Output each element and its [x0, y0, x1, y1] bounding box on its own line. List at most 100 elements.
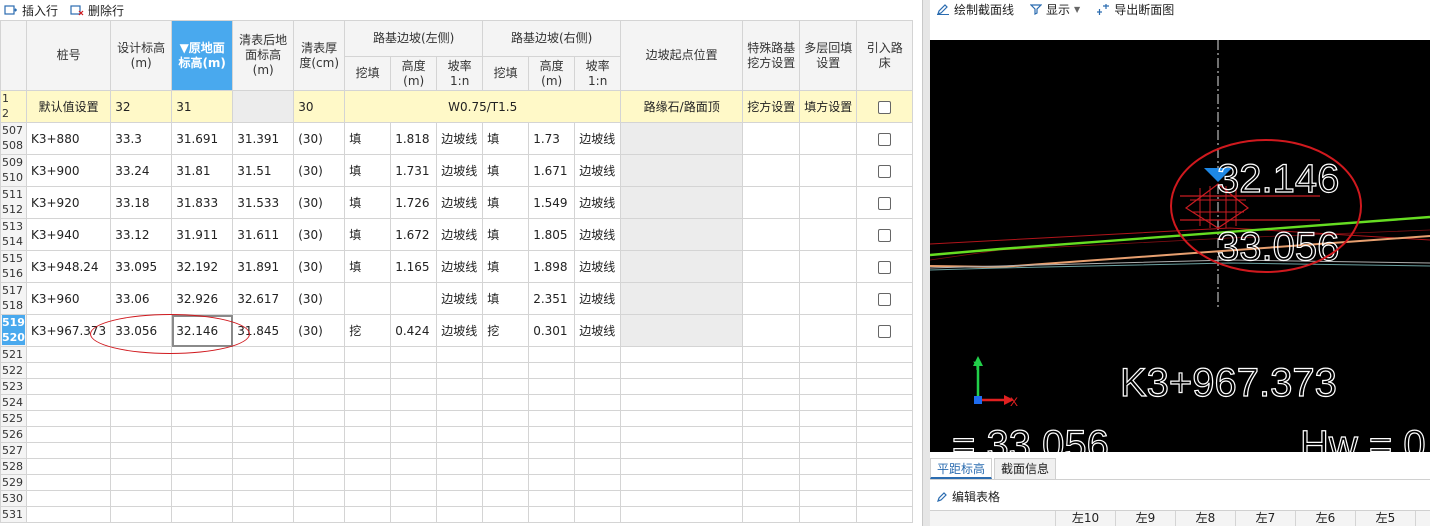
empty-cell[interactable] — [232, 410, 295, 427]
empty-cell[interactable] — [482, 410, 530, 427]
cell-left-ratio[interactable]: 边坡线 — [436, 186, 484, 219]
col-station[interactable]: 桩号 — [25, 20, 112, 91]
empty-cell[interactable] — [620, 410, 744, 427]
empty-cell[interactable] — [390, 394, 438, 411]
col-bed[interactable]: 引入路床 — [856, 20, 914, 91]
col-right-height[interactable]: 高度(m) — [528, 56, 576, 91]
row-number[interactable]: 517 518 — [0, 282, 27, 315]
cell-right-cut-fill[interactable]: 填 — [482, 218, 530, 251]
cell-station[interactable]: K3+940 — [25, 218, 112, 251]
empty-cell[interactable] — [799, 346, 858, 363]
empty-cell[interactable] — [620, 362, 744, 379]
empty-cell[interactable] — [293, 442, 346, 459]
cell-design[interactable]: 33.06 — [110, 282, 173, 315]
empty-cell[interactable] — [25, 506, 112, 523]
col-design-elev[interactable]: 设计标高(m) — [110, 20, 173, 91]
empty-cell[interactable] — [232, 362, 295, 379]
empty-cell[interactable] — [528, 442, 576, 459]
cell-multi-fill[interactable] — [799, 250, 858, 283]
col-left-ratio[interactable]: 坡率1:n — [436, 56, 484, 91]
empty-cell[interactable] — [293, 378, 346, 395]
cell-slope-start[interactable] — [620, 122, 744, 155]
empty-cell[interactable] — [436, 474, 484, 491]
cell-special-cut[interactable] — [742, 314, 801, 347]
cell-special-cut[interactable] — [742, 122, 801, 155]
empty-cell[interactable] — [856, 394, 914, 411]
empty-cell[interactable] — [528, 426, 576, 443]
empty-cell[interactable] — [110, 474, 173, 491]
cell-ground[interactable]: 31.81 — [171, 154, 234, 187]
empty-cell[interactable] — [436, 506, 484, 523]
draw-section-line-button[interactable]: 绘制截面线 — [936, 1, 1014, 18]
cell-thickness[interactable]: (30) — [293, 282, 346, 315]
empty-cell[interactable] — [344, 394, 392, 411]
cell-slope-start[interactable] — [620, 314, 744, 347]
cell-left-ratio[interactable]: 边坡线 — [436, 122, 484, 155]
empty-cell[interactable] — [620, 426, 744, 443]
cell-slope-start[interactable] — [620, 154, 744, 187]
empty-cell[interactable] — [799, 426, 858, 443]
empty-cell[interactable] — [390, 506, 438, 523]
empty-cell[interactable] — [232, 394, 295, 411]
empty-cell[interactable] — [344, 378, 392, 395]
empty-cell[interactable] — [110, 426, 173, 443]
cell-cleared[interactable]: 31.611 — [232, 218, 295, 251]
panel-splitter[interactable] — [922, 0, 930, 526]
cell-left-height[interactable]: 1.731 — [390, 154, 438, 187]
row-number[interactable]: 507 508 — [0, 122, 27, 155]
empty-cell[interactable] — [482, 362, 530, 379]
cell-special-cut[interactable] — [742, 186, 801, 219]
empty-cell[interactable] — [293, 506, 346, 523]
cell-thickness[interactable]: (30) — [293, 250, 346, 283]
cell-right-height[interactable]: 1.671 — [528, 154, 576, 187]
empty-cell[interactable] — [482, 474, 530, 491]
cell-multi-fill[interactable] — [799, 186, 858, 219]
cell-station[interactable]: K3+920 — [25, 186, 112, 219]
cell-left-cut-fill[interactable]: 填 — [344, 186, 392, 219]
cell-thickness[interactable]: (30) — [293, 314, 346, 347]
row-number[interactable]: 522 — [0, 362, 27, 379]
default-thickness-cell[interactable]: 30 — [293, 90, 346, 123]
default-multi-fill-cell[interactable]: 填方设置 — [799, 90, 858, 123]
empty-cell[interactable] — [344, 442, 392, 459]
cell-cleared[interactable]: 31.845 — [232, 314, 295, 347]
empty-cell[interactable] — [528, 506, 576, 523]
default-ground-cell[interactable]: 31 — [171, 90, 234, 123]
empty-cell[interactable] — [482, 378, 530, 395]
bed-checkbox[interactable] — [856, 122, 914, 155]
empty-cell[interactable] — [171, 442, 234, 459]
cell-design[interactable]: 33.3 — [110, 122, 173, 155]
cell-right-height[interactable]: 0.301 — [528, 314, 576, 347]
cell-station[interactable]: K3+960 — [25, 282, 112, 315]
col-clear-thickness[interactable]: 清表厚度(cm) — [293, 20, 346, 91]
empty-cell[interactable] — [742, 442, 801, 459]
empty-cell[interactable] — [856, 490, 914, 507]
empty-cell[interactable] — [436, 410, 484, 427]
col-left-8[interactable]: 左8 — [1176, 511, 1236, 526]
empty-cell[interactable] — [344, 410, 392, 427]
empty-cell[interactable] — [390, 458, 438, 475]
cell-left-height[interactable] — [390, 282, 438, 315]
empty-cell[interactable] — [620, 378, 744, 395]
row-number[interactable]: 528 — [0, 458, 27, 475]
empty-cell[interactable] — [574, 410, 622, 427]
cell-left-height[interactable]: 0.424 — [390, 314, 438, 347]
empty-cell[interactable] — [232, 346, 295, 363]
cell-right-cut-fill[interactable]: 填 — [482, 186, 530, 219]
empty-cell[interactable] — [344, 506, 392, 523]
cell-design[interactable]: 33.056 — [110, 314, 173, 347]
col-left-10[interactable]: 左10 — [1056, 511, 1116, 526]
cell-right-ratio[interactable]: 边坡线 — [574, 282, 622, 315]
cell-left-ratio[interactable]: 边坡线 — [436, 282, 484, 315]
empty-cell[interactable] — [232, 474, 295, 491]
empty-cell[interactable] — [482, 346, 530, 363]
bed-checkbox[interactable] — [856, 314, 914, 347]
display-dropdown[interactable]: 显示 ▼ — [1030, 1, 1080, 18]
empty-cell[interactable] — [171, 378, 234, 395]
empty-cell[interactable] — [856, 474, 914, 491]
empty-cell[interactable] — [742, 506, 801, 523]
empty-cell[interactable] — [742, 474, 801, 491]
col-left-5[interactable]: 左5 — [1356, 511, 1416, 526]
cell-right-height[interactable]: 1.898 — [528, 250, 576, 283]
cell-thickness[interactable]: (30) — [293, 122, 346, 155]
